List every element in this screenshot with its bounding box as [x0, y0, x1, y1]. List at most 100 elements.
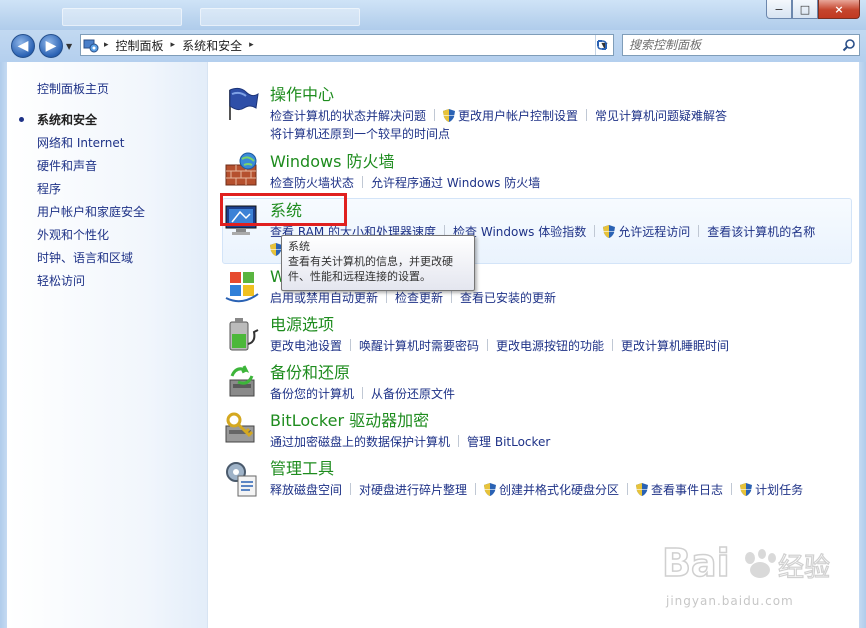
link-divider: [698, 225, 700, 237]
system-icon: [222, 200, 262, 240]
category-title[interactable]: BitLocker 驱动器加密: [270, 410, 429, 432]
address-bar[interactable]: ▸ 控制面板 ▸ 系统和安全 ▸ ▼: [80, 34, 614, 56]
link-divider: [458, 435, 460, 447]
link-divider: [487, 339, 489, 351]
task-link-with-shield[interactable]: 允许远程访问: [603, 223, 690, 241]
task-link[interactable]: 更改计算机睡眠时间: [621, 337, 729, 355]
uac-shield-icon: [740, 483, 753, 496]
task-link-with-shield[interactable]: 查看事件日志: [636, 481, 723, 499]
breadcrumb-system-security[interactable]: 系统和安全: [178, 37, 246, 54]
recent-pages-dropdown[interactable]: ▼: [66, 42, 72, 51]
tooltip-body: 查看有关计算机的信息，并更改硬件、性能和远程连接的设置。: [288, 255, 453, 283]
refresh-icon: [597, 40, 607, 50]
back-button[interactable]: ◀: [11, 34, 35, 58]
title-bar[interactable]: − □ ×: [0, 0, 866, 30]
link-divider: [451, 291, 453, 303]
admin-tools-icon: [222, 458, 262, 498]
task-link[interactable]: 对硬盘进行碎片整理: [359, 481, 467, 499]
refresh-button[interactable]: [590, 35, 614, 55]
category-title[interactable]: 操作中心: [270, 84, 334, 106]
breadcrumb-separator[interactable]: ▸: [246, 40, 257, 50]
task-link[interactable]: 备份您的计算机: [270, 385, 354, 403]
search-box[interactable]: [622, 34, 860, 56]
category-title[interactable]: 管理工具: [270, 458, 334, 480]
link-divider: [362, 387, 364, 399]
task-link-with-shield[interactable]: 计划任务: [740, 481, 803, 499]
link-divider: [386, 291, 388, 303]
task-link-with-shield[interactable]: 更改用户帐户控制设置: [443, 107, 578, 125]
task-link[interactable]: 管理 BitLocker: [467, 433, 550, 451]
category-nav-list: 系统和安全 网络和 Internet 硬件和声音 程序 用户帐户和家庭安全 外观…: [7, 112, 207, 296]
uac-shield-icon: [484, 483, 497, 496]
link-divider: [731, 483, 733, 495]
nav-item-hardware-sound[interactable]: 硬件和声音: [7, 158, 207, 181]
task-link[interactable]: 释放磁盘空间: [270, 481, 342, 499]
category-links: 备份您的计算机 从备份还原文件: [270, 385, 860, 403]
task-link[interactable]: 检查更新: [395, 289, 443, 307]
window-controls: − □ ×: [766, 0, 860, 19]
uac-shield-icon: [443, 109, 456, 122]
link-divider: [475, 483, 477, 495]
task-link[interactable]: 更改电池设置: [270, 337, 342, 355]
content-pane: 操作中心 检查计算机的状态并解决问题 更改用户帐户控制设置 常见计算机问题疑难解答 …: [208, 62, 859, 628]
task-link[interactable]: 查看已安装的更新: [460, 289, 556, 307]
task-link[interactable]: 检查计算机的状态并解决问题: [270, 107, 426, 125]
category-title[interactable]: 电源选项: [270, 314, 334, 336]
action-center-flag-icon: [222, 84, 262, 124]
minimize-button[interactable]: −: [766, 0, 792, 19]
category-links: 检查防火墙状态 允许程序通过 Windows 防火墙: [270, 174, 860, 192]
nav-item-clock-language[interactable]: 时钟、语言和区域: [7, 250, 207, 273]
task-link[interactable]: 从备份还原文件: [371, 385, 455, 403]
task-link[interactable]: 查看该计算机的名称: [707, 223, 815, 241]
forward-arrow-icon: ▶: [45, 38, 57, 54]
task-link[interactable]: 检查防火墙状态: [270, 174, 354, 192]
category-windows-firewall: Windows 防火墙 检查防火墙状态 允许程序通过 Windows 防火墙: [222, 151, 852, 195]
breadcrumb-separator[interactable]: ▸: [101, 40, 112, 50]
search-icon[interactable]: [839, 38, 859, 52]
category-bitlocker: BitLocker 驱动器加密 通过加密磁盘上的数据保护计算机 管理 BitLoc…: [222, 410, 852, 454]
tooltip: 系统 查看有关计算机的信息，并更改硬件、性能和远程连接的设置。: [281, 235, 475, 291]
category-links: 释放磁盘空间 对硬盘进行碎片整理 创建并格式化硬盘分区 查看事件日志 计划任务: [270, 481, 860, 499]
back-arrow-icon: ◀: [17, 38, 29, 54]
task-link[interactable]: 允许程序通过 Windows 防火墙: [371, 174, 540, 192]
title-bar-ghost-tab: [200, 8, 360, 26]
task-link[interactable]: 唤醒计算机时需要密码: [359, 337, 479, 355]
control-panel-icon: [81, 35, 101, 55]
nav-item-appearance[interactable]: 外观和个性化: [7, 227, 207, 250]
category-title[interactable]: Windows 防火墙: [270, 151, 395, 173]
category-title[interactable]: 系统: [270, 200, 302, 222]
nav-item-system-security[interactable]: 系统和安全: [7, 112, 207, 135]
control-panel-home-link[interactable]: 控制面板主页: [37, 80, 109, 97]
breadcrumb-control-panel[interactable]: 控制面板: [112, 37, 168, 54]
task-link[interactable]: 将计算机还原到一个较早的时间点: [270, 125, 450, 143]
forward-button[interactable]: ▶: [39, 34, 63, 58]
maximize-icon: □: [799, 2, 811, 16]
search-input[interactable]: [623, 36, 839, 54]
nav-item-ease-of-access[interactable]: 轻松访问: [7, 273, 207, 296]
nav-item-programs[interactable]: 程序: [7, 181, 207, 204]
link-divider: [434, 109, 436, 121]
firewall-icon: [222, 151, 262, 191]
link-divider: [586, 109, 588, 121]
navigation-toolbar: ◀ ▶ ▼ ▸ 控制面板 ▸ 系统和安全 ▸ ▼: [0, 30, 866, 62]
breadcrumb-separator[interactable]: ▸: [168, 40, 179, 50]
title-bar-ghost-tab: [62, 8, 182, 26]
window-frame-left: [0, 62, 7, 628]
baidu-paw-logo: Bai 经验: [661, 540, 830, 586]
maximize-button[interactable]: □: [792, 0, 818, 19]
task-link-label: 更改用户帐户控制设置: [458, 109, 579, 123]
category-title[interactable]: 备份和还原: [270, 362, 350, 384]
nav-item-user-accounts[interactable]: 用户帐户和家庭安全: [7, 204, 207, 227]
nav-item-network-internet[interactable]: 网络和 Internet: [7, 135, 207, 158]
minimize-icon: −: [774, 2, 784, 16]
svg-text:Bai: Bai: [662, 541, 730, 585]
task-link-label: 创建并格式化硬盘分区: [499, 483, 620, 497]
task-link[interactable]: 启用或禁用自动更新: [270, 289, 378, 307]
task-link[interactable]: 更改电源按钮的功能: [496, 337, 604, 355]
task-link[interactable]: 常见计算机问题疑难解答: [595, 107, 727, 125]
close-button[interactable]: ×: [818, 0, 860, 19]
task-link-with-shield[interactable]: 创建并格式化硬盘分区: [484, 481, 619, 499]
category-links: 检查计算机的状态并解决问题 更改用户帐户控制设置 常见计算机问题疑难解答 将计算机还…: [270, 107, 860, 143]
task-link[interactable]: 通过加密磁盘上的数据保护计算机: [270, 433, 450, 451]
task-link-label: 查看事件日志: [651, 483, 724, 497]
